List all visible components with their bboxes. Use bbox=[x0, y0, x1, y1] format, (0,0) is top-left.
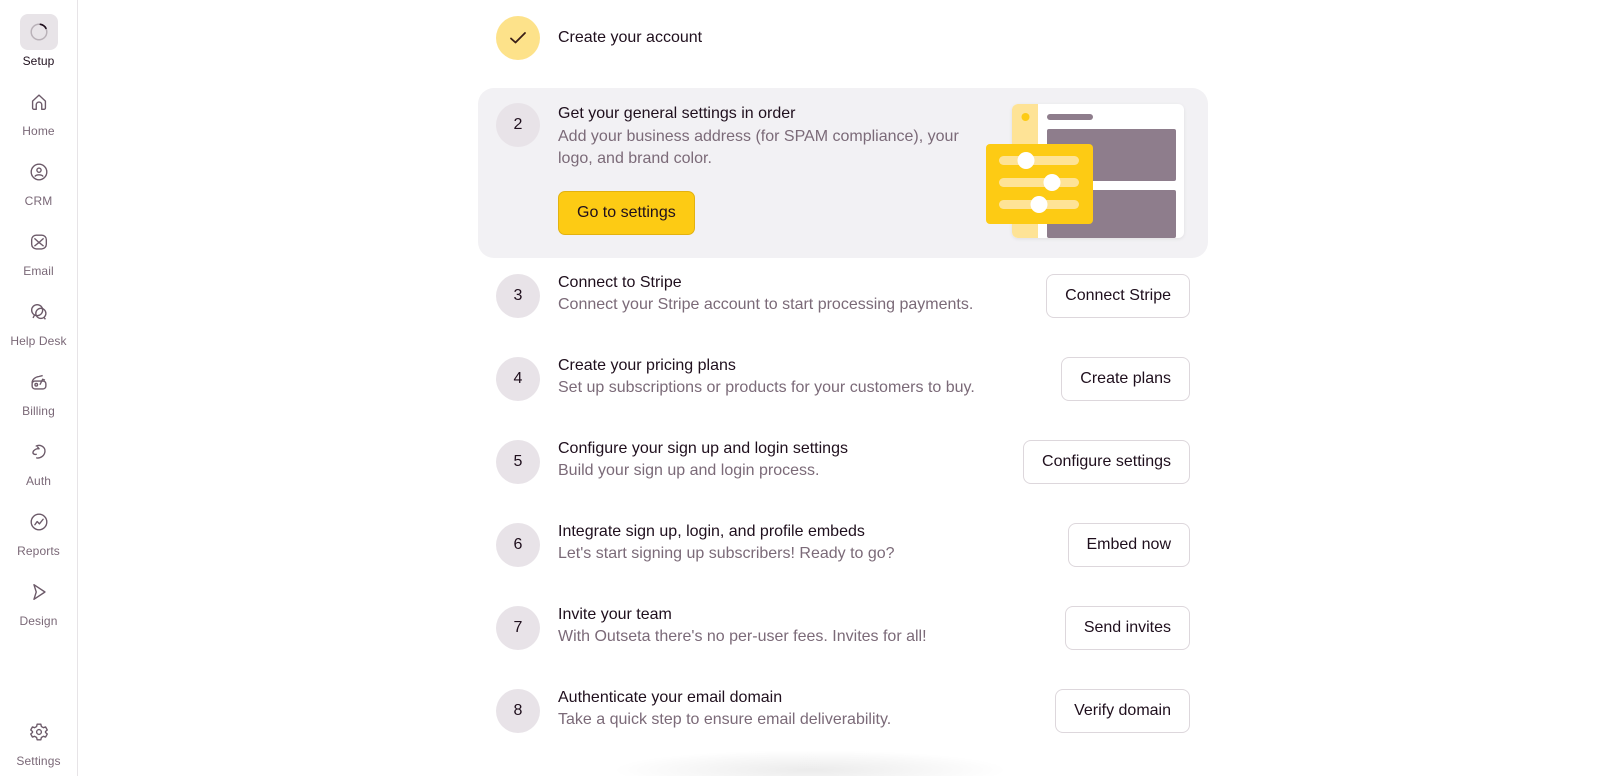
step-description: Set up subscriptions or products for you… bbox=[558, 379, 975, 396]
step-title: Create your account bbox=[558, 29, 703, 46]
step-item: 6 Integrate sign up, login, and profile … bbox=[478, 523, 1208, 569]
step-description: Take a quick step to ensure email delive… bbox=[558, 711, 892, 728]
verify-domain-button[interactable]: Verify domain bbox=[1055, 689, 1190, 733]
step-item: 4 Create your pricing plans Set up subsc… bbox=[478, 357, 1208, 403]
chat-bubbles-icon bbox=[20, 294, 58, 330]
sidebar-item-label: Home bbox=[22, 124, 55, 138]
envelope-icon bbox=[20, 224, 58, 260]
sidebar-item-design[interactable]: Design bbox=[0, 574, 77, 628]
sidebar: Setup Home CRM Email Help Desk Billing A… bbox=[0, 0, 78, 776]
step-item: 8 Authenticate your email domain Take a … bbox=[478, 689, 1208, 735]
step-title: Create your pricing plans bbox=[558, 357, 736, 374]
home-icon bbox=[20, 84, 58, 120]
cursor-arrow-icon bbox=[20, 574, 58, 610]
sidebar-item-label: CRM bbox=[24, 194, 53, 208]
step-title: Configure your sign up and login setting… bbox=[558, 440, 848, 457]
step-description: Connect your Stripe account to start pro… bbox=[558, 296, 974, 313]
configure-settings-button[interactable]: Configure settings bbox=[1023, 440, 1190, 484]
sidebar-item-label: Auth bbox=[25, 474, 52, 488]
embed-now-button[interactable]: Embed now bbox=[1067, 523, 1190, 567]
sidebar-item-label: Help Desk bbox=[10, 334, 67, 348]
sidebar-item-label: Reports bbox=[17, 544, 60, 558]
step-number: 7 bbox=[496, 606, 540, 650]
step-description: With Outseta there's no per-user fees. I… bbox=[558, 628, 927, 645]
step-title: Integrate sign up, login, and profile em… bbox=[558, 523, 865, 540]
checkmark-icon bbox=[496, 16, 540, 60]
step-title: Connect to Stripe bbox=[558, 274, 682, 291]
step-title: Authenticate your email domain bbox=[558, 689, 783, 706]
step-item: Create your account bbox=[478, 16, 1208, 62]
gear-icon bbox=[20, 714, 58, 750]
go-to-settings-button[interactable]: Go to settings bbox=[558, 191, 695, 235]
step-item: 5 Configure your sign up and login setti… bbox=[478, 440, 1208, 486]
step-number: 3 bbox=[496, 274, 540, 318]
auth-swirl-icon bbox=[20, 434, 58, 470]
step-number: 5 bbox=[496, 440, 540, 484]
step-description: logo, and brand color. bbox=[558, 150, 712, 167]
sidebar-item-settings[interactable]: Settings bbox=[0, 714, 77, 768]
sidebar-item-setup[interactable]: Setup bbox=[0, 14, 77, 68]
sidebar-item-crm[interactable]: CRM bbox=[0, 154, 77, 208]
step-number: 2 bbox=[496, 103, 540, 147]
step-description: Add your business address (for SPAM comp… bbox=[558, 128, 959, 145]
sidebar-item-reports[interactable]: Reports bbox=[0, 504, 77, 558]
current-step-card: 2 Get your general settings in order Add… bbox=[478, 88, 1208, 258]
sidebar-item-label: Billing bbox=[22, 404, 55, 418]
step-description: Build your sign up and login process. bbox=[558, 462, 820, 479]
step-number: 8 bbox=[496, 689, 540, 733]
sidebar-item-billing[interactable]: Billing bbox=[0, 364, 77, 418]
step-description: Let's start signing up subscribers! Read… bbox=[558, 545, 895, 562]
step-number: 4 bbox=[496, 357, 540, 401]
sidebar-item-label: Setup bbox=[22, 54, 55, 68]
create-plans-button[interactable]: Create plans bbox=[1061, 357, 1190, 401]
wallet-icon bbox=[20, 364, 58, 400]
sidebar-item-label: Settings bbox=[16, 754, 61, 768]
step-title: Get your general settings in order bbox=[558, 105, 796, 122]
sidebar-item-auth[interactable]: Auth bbox=[0, 434, 77, 488]
sidebar-item-label: Design bbox=[19, 614, 58, 628]
sidebar-item-home[interactable]: Home bbox=[0, 84, 77, 138]
connect-stripe-button[interactable]: Connect Stripe bbox=[1046, 274, 1190, 318]
chart-circle-icon bbox=[20, 504, 58, 540]
floating-panel-shadow bbox=[610, 750, 1010, 776]
step-item: 7 Invite your team With Outseta there's … bbox=[478, 606, 1208, 652]
user-circle-icon bbox=[20, 154, 58, 190]
step-number: 6 bbox=[496, 523, 540, 567]
sidebar-item-help-desk[interactable]: Help Desk bbox=[0, 294, 77, 348]
loading-spinner-icon bbox=[19, 14, 58, 50]
settings-sliders-illustration bbox=[986, 104, 1184, 238]
step-title: Invite your team bbox=[558, 606, 672, 623]
setup-checklist: Create your account 2 Get your general s… bbox=[78, 0, 1600, 776]
step-item: 3 Connect to Stripe Connect your Stripe … bbox=[478, 274, 1208, 320]
sidebar-item-label: Email bbox=[23, 264, 54, 278]
send-invites-button[interactable]: Send invites bbox=[1064, 606, 1190, 650]
sidebar-item-email[interactable]: Email bbox=[0, 224, 77, 278]
